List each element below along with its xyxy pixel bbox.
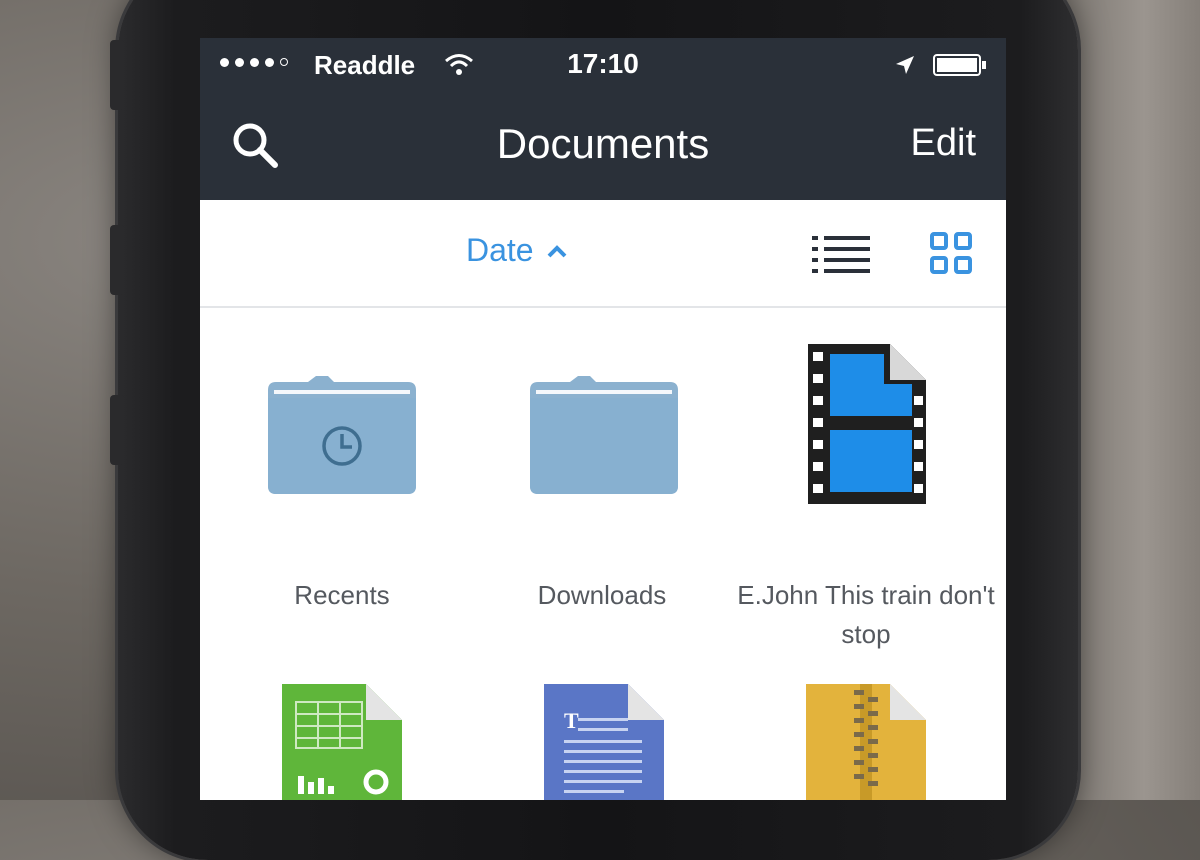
clock-folder-icon bbox=[268, 376, 416, 494]
status-bar: Readdle 17:10 bbox=[200, 38, 1006, 92]
item-label: E.John This train don't stop bbox=[737, 580, 995, 649]
location-arrow-icon bbox=[896, 56, 914, 74]
volume-up-button bbox=[110, 225, 124, 295]
list-view-icon[interactable] bbox=[812, 236, 870, 274]
text-document-icon: T bbox=[544, 684, 664, 800]
svg-text:T: T bbox=[564, 708, 579, 733]
spreadsheet-file-icon bbox=[282, 684, 402, 800]
phone-screen: Readdle 17:10 Documents Edit Date Recent… bbox=[200, 38, 1006, 800]
chevron-up-icon bbox=[547, 244, 567, 257]
video-file-icon bbox=[808, 344, 926, 504]
sort-label: Date bbox=[466, 232, 534, 268]
background-blur bbox=[1060, 0, 1200, 800]
battery-icon bbox=[933, 54, 986, 76]
grid-view-icon[interactable] bbox=[930, 232, 972, 274]
navigation-bar: Readdle 17:10 Documents Edit bbox=[200, 38, 1006, 200]
sort-toolbar: Date bbox=[200, 200, 1006, 308]
item-label: Recents bbox=[294, 580, 390, 610]
sort-by-date-button[interactable]: Date bbox=[466, 232, 568, 269]
page-title: Documents bbox=[496, 120, 710, 167]
folder-icon bbox=[530, 376, 678, 494]
edit-button[interactable]: Edit bbox=[911, 122, 976, 165]
status-time: 17:10 bbox=[567, 48, 639, 79]
mute-switch bbox=[110, 40, 124, 110]
zip-archive-icon bbox=[806, 684, 926, 800]
volume-down-button bbox=[110, 395, 124, 465]
item-label: Downloads bbox=[537, 580, 667, 610]
